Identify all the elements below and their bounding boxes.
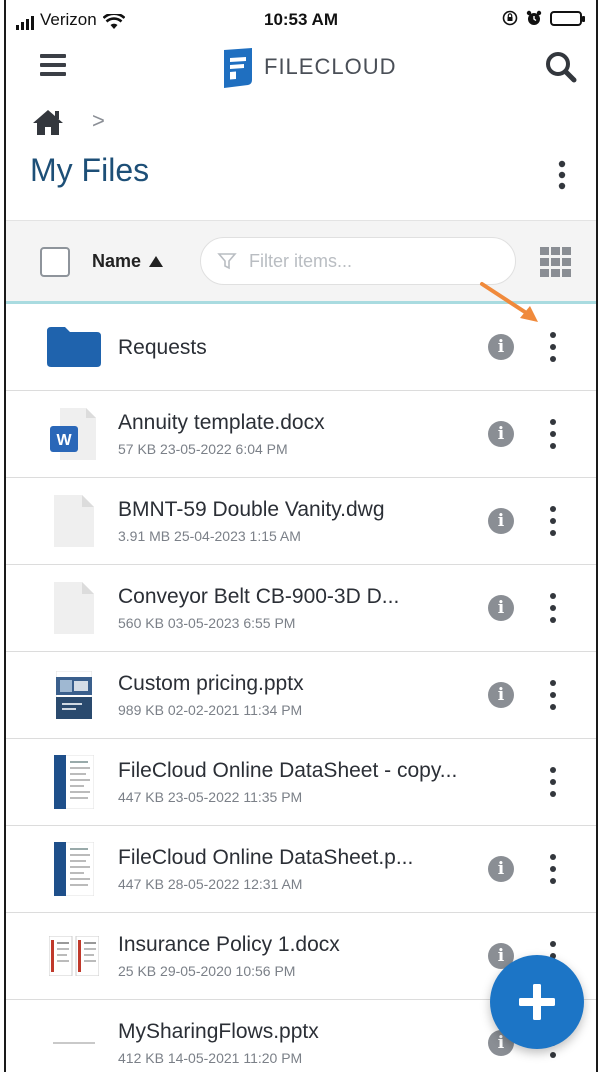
file-name: Conveyor Belt CB-900-3D D... [118,585,400,608]
info-icon[interactable]: i [488,682,514,708]
svg-text:W: W [56,432,72,449]
folder-icon [46,318,102,376]
file-meta: 25 KB 29-05-2020 10:56 PM [118,963,296,979]
file-list: Requests i W Annuity template.docx 57 KB… [6,304,596,1072]
page-title: My Files [30,152,150,188]
info-icon[interactable]: i [488,421,514,447]
list-item[interactable]: Conveyor Belt CB-900-3D D... 560 KB 03-0… [6,565,596,652]
file-name: FileCloud Online DataSheet - copy... [118,759,458,782]
info-icon[interactable]: i [488,334,514,360]
more-options-button[interactable] [550,767,556,797]
list-item[interactable]: FileCloud Online DataSheet.p... 447 KB 2… [6,826,596,913]
breadcrumb-separator: > [92,108,105,133]
text-thumbnail-icon [46,1014,102,1072]
slide-thumbnail-icon [46,666,102,724]
grid-view-button[interactable] [540,247,572,282]
info-icon[interactable]: i [488,856,514,882]
more-options-button[interactable] [550,854,556,884]
file-name: Annuity template.docx [118,411,325,434]
list-item[interactable]: Custom pricing.pptx 989 KB 02-02-2021 11… [6,652,596,739]
filter-input[interactable] [249,250,489,272]
file-meta: 447 KB 23-05-2022 11:35 PM [118,789,303,805]
document-thumbnail-icon [46,753,102,811]
search-icon [546,52,577,83]
plus-icon [519,984,555,1020]
info-icon[interactable]: i [488,508,514,534]
status-bar: Verizon 10:53 AM [6,0,596,40]
file-meta: 3.91 MB 25-04-2023 1:15 AM [118,528,301,544]
filecloud-logo: FILECLOUD [222,46,396,88]
orientation-lock-icon [502,10,518,26]
brand-name: FILECLOUD [264,54,397,79]
generic-file-icon [46,492,102,550]
file-name: Insurance Policy 1.docx [118,933,340,956]
file-meta: 560 KB 03-05-2023 6:55 PM [118,615,296,631]
more-options-button[interactable] [550,593,556,623]
breadcrumb-home[interactable] [32,108,64,141]
app-header: FILECLOUD [6,40,596,96]
sort-label: Name [92,251,142,271]
more-options-button[interactable] [550,332,556,362]
file-name: BMNT-59 Double Vanity.dwg [118,498,385,521]
file-name: MySharingFlows.pptx [118,1020,319,1043]
sort-ascending-icon [149,256,164,267]
sort-by-name-button[interactable]: Name [92,251,164,272]
title-bar: My Files [6,146,596,220]
form-thumbnail-icon [46,927,102,985]
list-item[interactable]: W Annuity template.docx 57 KB 23-05-2022… [6,391,596,478]
breadcrumb: > [6,96,596,146]
document-thumbnail-icon [46,840,102,898]
add-button[interactable] [490,955,584,1049]
more-options-button[interactable] [550,680,556,710]
search-button[interactable] [544,50,578,89]
list-item[interactable]: FileCloud Online DataSheet - copy... 447… [6,739,596,826]
more-options-button[interactable] [550,419,556,449]
file-name: Custom pricing.pptx [118,672,304,695]
filecloud-logo-icon [224,48,252,88]
file-meta: 57 KB 23-05-2022 6:04 PM [118,441,288,457]
generic-file-icon [46,579,102,637]
file-meta: 447 KB 28-05-2022 12:31 AM [118,876,303,892]
select-all-checkbox[interactable] [40,247,70,277]
file-name: FileCloud Online DataSheet.p... [118,846,414,869]
status-right [502,10,585,26]
folder-options-button[interactable] [558,160,566,195]
file-name: Requests [118,336,207,359]
filter-box [200,237,516,285]
more-options-button[interactable] [550,506,556,536]
home-icon [33,110,63,135]
file-meta: 412 KB 14-05-2021 11:20 PM [118,1050,303,1066]
filter-icon [217,253,237,270]
hamburger-icon[interactable] [40,54,66,76]
list-item[interactable]: BMNT-59 Double Vanity.dwg 3.91 MB 25-04-… [6,478,596,565]
info-icon[interactable]: i [488,595,514,621]
more-vertical-icon [558,160,566,190]
app-screen: Verizon 10:53 AM FILECLOUD > My Files Na… [4,0,598,1072]
file-meta: 989 KB 02-02-2021 11:34 PM [118,702,303,718]
annotation-arrow-icon [480,282,538,322]
alarm-icon [526,10,542,25]
grid-view-icon [540,247,571,277]
battery-icon [550,10,585,26]
word-document-icon: W [46,405,102,463]
